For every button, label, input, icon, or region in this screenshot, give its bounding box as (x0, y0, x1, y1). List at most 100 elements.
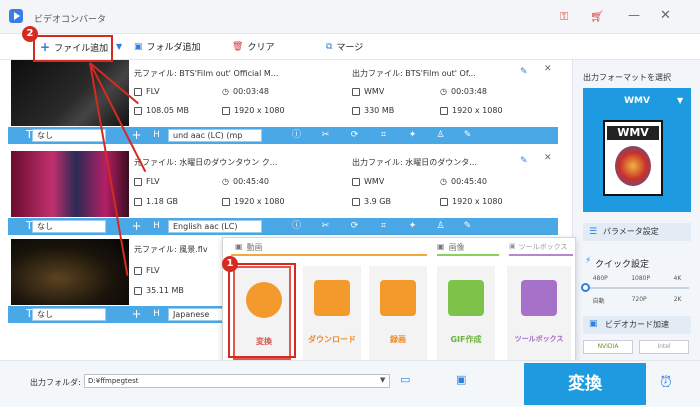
rotate-icon[interactable]: ⟳ (348, 220, 361, 233)
record-label: 録画 (390, 335, 406, 344)
folder-add-icon: ▣ (134, 41, 143, 52)
open-output-icon[interactable]: ▣ (456, 373, 466, 386)
add-subtitle-button[interactable]: + (130, 308, 143, 321)
hdr-icon[interactable]: H (150, 129, 163, 142)
minimize-icon[interactable]: — (628, 8, 640, 22)
clock-icon: ◷ (222, 177, 229, 186)
info-icon[interactable]: ⓘ (290, 220, 303, 233)
merge-button[interactable]: ⧉ マージ (326, 40, 363, 54)
output-size-text: 3.9 GB (364, 197, 391, 206)
output-duration: ◷ 00:45:40 (440, 177, 487, 186)
folder-icon (134, 106, 142, 115)
image-tab-icon: ▣ (437, 242, 445, 251)
tab-video[interactable]: ▣ 動画 (235, 242, 263, 253)
output-folder-field[interactable]: D:¥ffmpegtest (84, 374, 390, 388)
video-icon (134, 87, 142, 96)
close-icon[interactable]: ✕ (660, 8, 671, 23)
source-size: 35.11 MB (134, 286, 184, 295)
key-icon[interactable]: ⚿ (560, 10, 568, 24)
intel-badge: Intel (639, 340, 689, 354)
scissors-icon[interactable]: ✂ (319, 129, 332, 142)
remove-icon[interactable]: ✕ (544, 153, 552, 163)
watermark-icon[interactable]: ♙ (434, 129, 447, 142)
clear-button[interactable]: 🗑︎ クリア (232, 40, 275, 54)
output-duration-text: 00:03:48 (450, 87, 487, 96)
title-bar: ビデオコンバータ ⚿ 🛒︎ — ✕ (0, 0, 700, 34)
add-subtitle-button[interactable]: + (130, 129, 143, 142)
subtitle-edit-icon[interactable]: ✎ (461, 129, 474, 142)
res-4k: 4K (673, 275, 682, 282)
folder-icon (134, 286, 142, 295)
toolbox-underline (509, 254, 573, 256)
format-selector[interactable]: WMV ▼ WMV (583, 88, 691, 212)
add-subtitle-button[interactable]: + (130, 220, 143, 233)
chevron-down-icon[interactable]: ▼ (116, 42, 122, 51)
thumbnail[interactable] (11, 239, 129, 305)
toolbox-icon (521, 280, 557, 316)
rotate-icon[interactable]: ⟳ (348, 129, 361, 142)
source-size-text: 108.05 MB (146, 106, 189, 115)
resolution-top-labels: 480P 1080P 4K (581, 275, 693, 282)
control-bar: T なし + H English aac (LC) ⓘ ✂ ⟳ ⌗ ✦ ♙ ✎ (8, 218, 558, 235)
source-duration-text: 00:03:48 (232, 87, 269, 96)
hdr-icon[interactable]: H (150, 220, 163, 233)
output-duration-text: 00:45:40 (450, 177, 487, 186)
add-folder-button[interactable]: ▣ フォルダ追加 (134, 40, 201, 54)
edit-icon[interactable]: ✎ (520, 67, 528, 77)
effects-icon[interactable]: ✦ (406, 129, 419, 142)
source-size-text: 1.18 GB (146, 197, 179, 206)
source-format: FLV (134, 87, 160, 96)
tab-toolbox[interactable]: ▣ ツールボックス (509, 242, 567, 252)
slider-handle[interactable] (581, 283, 590, 292)
record-card[interactable]: 録画 (369, 266, 427, 360)
audio-select[interactable]: und aac (LC) (mp (168, 129, 262, 142)
subtitle-select[interactable]: なし (32, 220, 106, 233)
output-folder-label: 出力フォルダ: (30, 378, 81, 387)
output-size: 3.9 GB (352, 197, 391, 206)
cart-icon[interactable]: 🛒︎ (590, 10, 604, 23)
source-format-text: FLV (146, 266, 160, 275)
crop-icon[interactable]: ⌗ (377, 220, 390, 233)
clear-label: クリア (247, 43, 275, 53)
output-format: WMV (352, 177, 384, 186)
sliders-icon: ☰ (589, 227, 598, 237)
thumbnail[interactable] (11, 60, 129, 126)
scissors-icon[interactable]: ✂ (319, 220, 332, 233)
resolution-icon (222, 106, 230, 115)
gif-icon (448, 280, 484, 316)
gpu-acceleration-button[interactable]: ビデオカード加速 (583, 316, 691, 334)
effects-icon[interactable]: ✦ (406, 220, 419, 233)
quality-slider[interactable] (583, 287, 689, 289)
source-duration-text: 00:45:40 (232, 177, 269, 186)
convert-button[interactable]: 変換 (524, 363, 646, 405)
chevron-down-icon[interactable]: ▼ (380, 376, 385, 384)
toolbox-card[interactable]: ツールボックス (507, 266, 571, 360)
parameter-settings-button[interactable]: パラメータ設定 (583, 223, 691, 241)
quick-settings-label: クイック設定 (595, 260, 650, 270)
chip-icon: ▣ (589, 319, 598, 329)
output-file-name: 出力ファイル: BTS'Film out' Of... (352, 69, 476, 78)
crop-icon[interactable]: ⌗ (377, 129, 390, 142)
gif-label: GIF作成 (450, 335, 482, 344)
folder-icon (352, 106, 360, 115)
hdr-icon[interactable]: H (150, 308, 163, 321)
source-size: 1.18 GB (134, 197, 178, 206)
merge-icon: ⧉ (326, 41, 333, 52)
subtitle-edit-icon[interactable]: ✎ (461, 220, 474, 233)
info-icon[interactable]: ⓘ (290, 129, 303, 142)
record-icon (380, 280, 416, 316)
folder-open-icon[interactable]: ▭ (400, 373, 410, 386)
audio-select[interactable]: English aac (LC) (168, 220, 262, 233)
edit-icon[interactable]: ✎ (520, 156, 528, 166)
audio-select[interactable]: Japanese (168, 308, 224, 321)
subtitle-select[interactable]: なし (32, 308, 106, 321)
tab-image[interactable]: ▣ 画像 (437, 242, 465, 253)
remove-icon[interactable]: ✕ (544, 64, 552, 74)
gif-card[interactable]: GIF作成 (437, 266, 495, 360)
subtitle-select[interactable]: なし (32, 129, 106, 142)
source-file-name: 元ファイル: BTS'Film out' Official M... (134, 69, 279, 78)
download-card[interactable]: ダウンロード (303, 266, 361, 360)
source-size: 108.05 MB (134, 106, 189, 115)
alarm-clock-icon[interactable]: ⏰︎ (660, 373, 672, 391)
watermark-icon[interactable]: ♙ (434, 220, 447, 233)
